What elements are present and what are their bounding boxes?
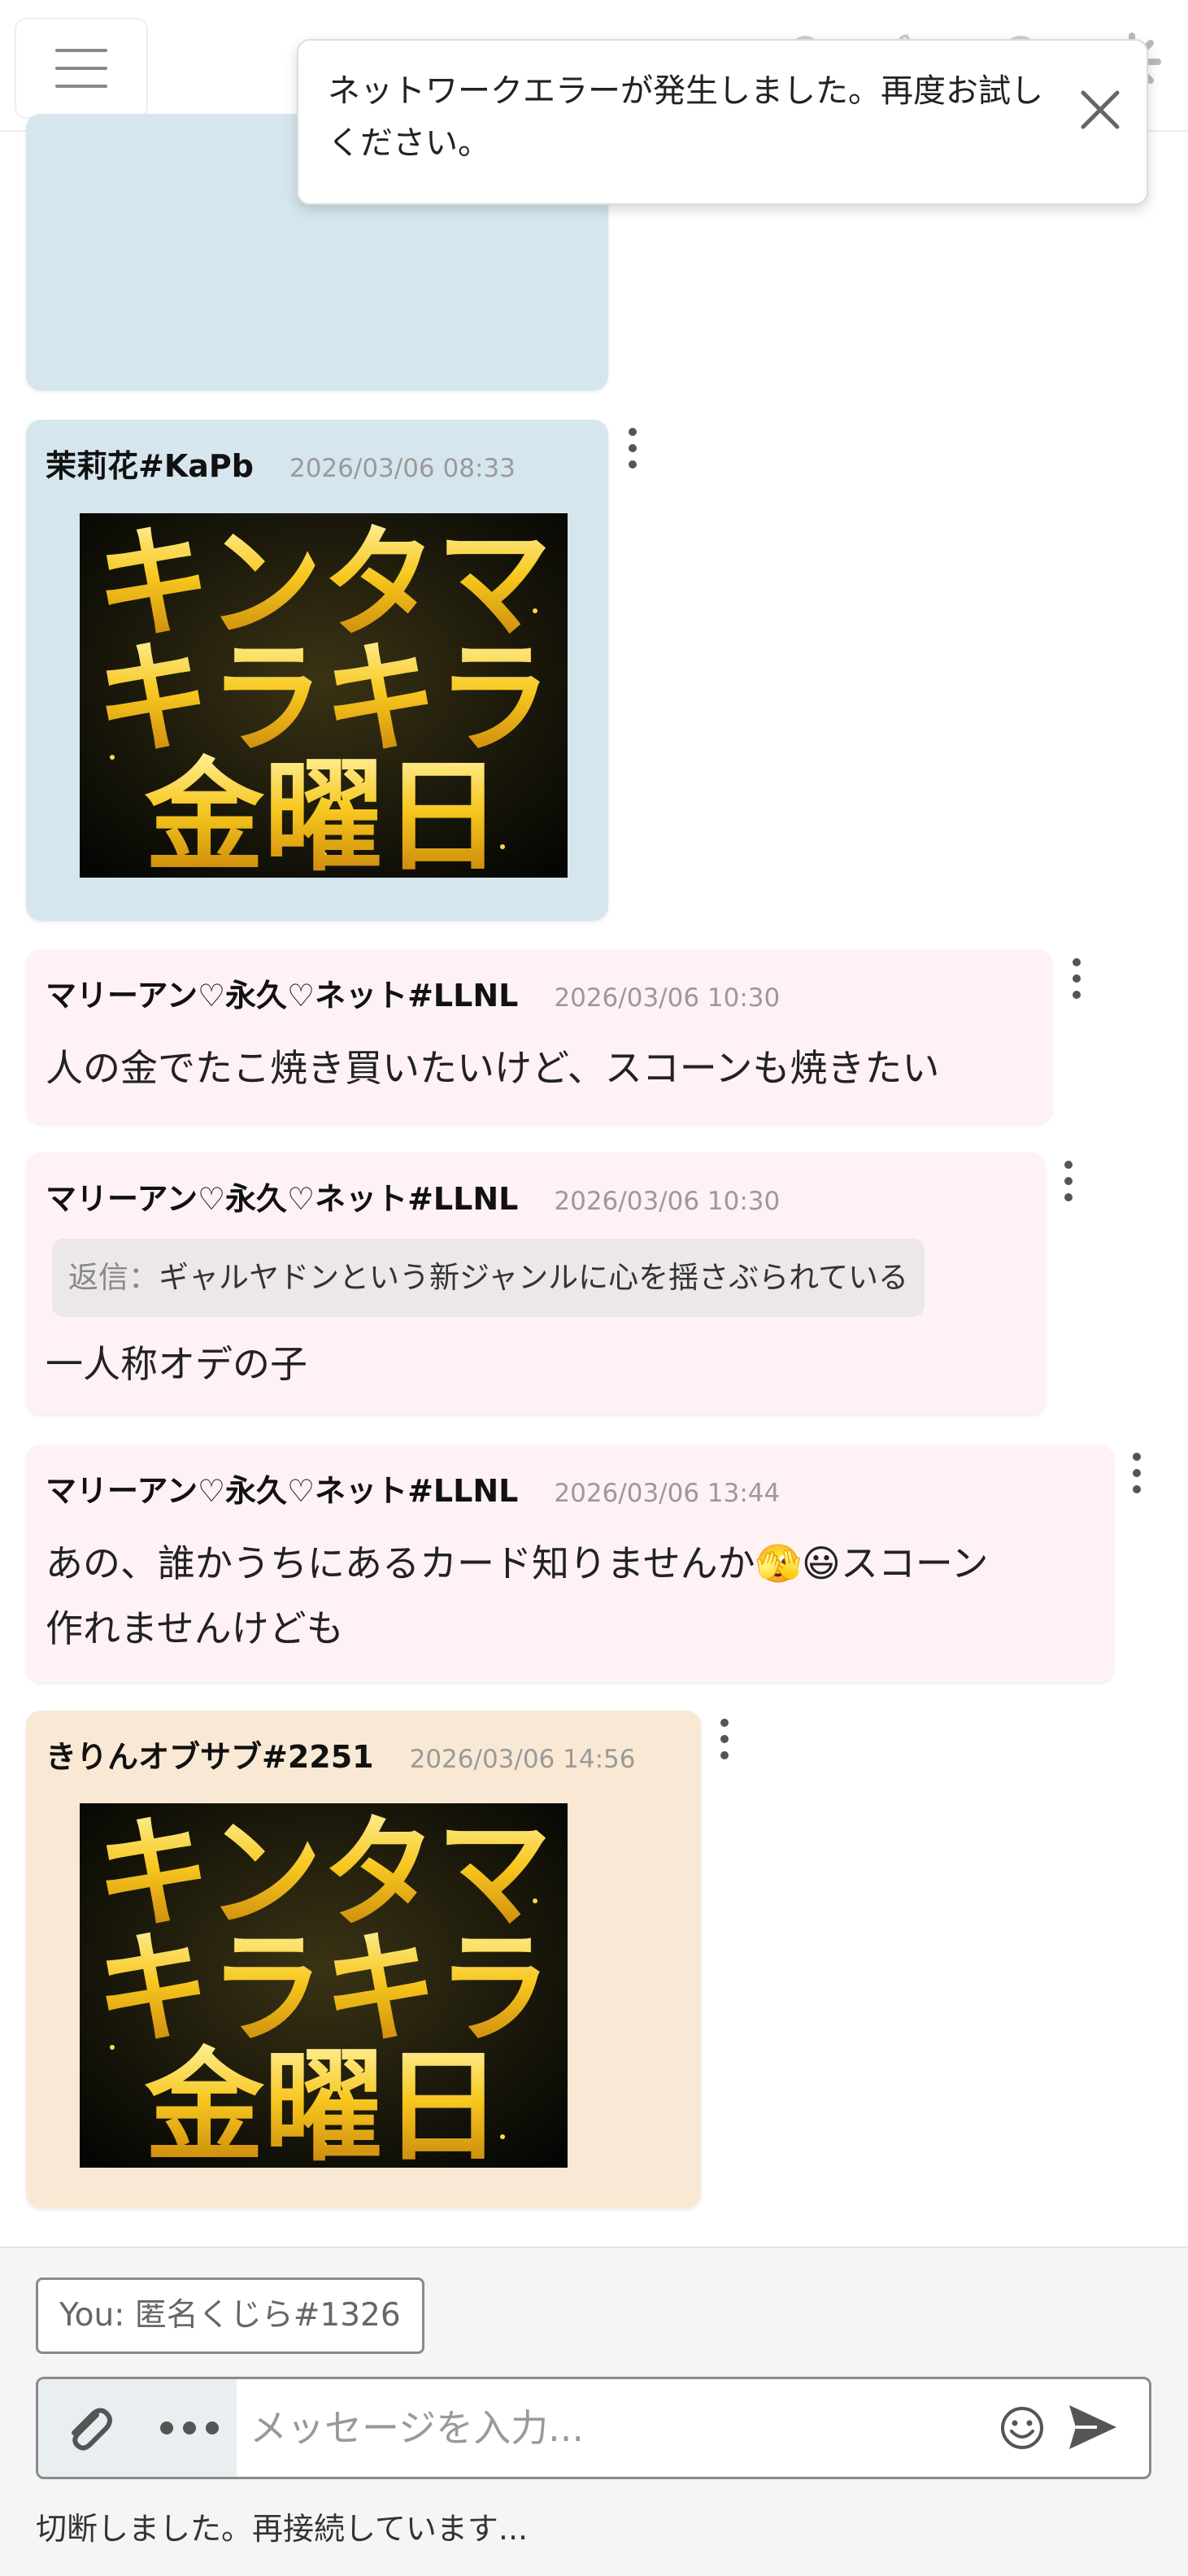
kebab-menu-icon[interactable]	[1129, 1453, 1145, 1495]
message-timestamp: 2026/03/06 13:44	[554, 1479, 781, 1508]
composer-tools	[38, 2379, 237, 2477]
message-meta: 茉莉花#KaPb 2026/03/06 08:33	[46, 441, 516, 486]
message-text-line: あの、誰かうちにあるカード知りませんか🫣😃スコーン	[46, 1541, 989, 1585]
composer-input-row	[36, 2377, 1151, 2479]
paperclip-icon[interactable]	[56, 2397, 118, 2459]
connection-status: 切断しました。再接続しています...	[36, 2511, 529, 2547]
message-text: あの、誰かうちにあるカード知りませんか🫣😃スコーン 作れませんけども	[46, 1531, 989, 1661]
message-meta: きりんオブサブ#2251 2026/03/06 14:56	[46, 1732, 635, 1776]
message-meta: マリーアン♡永久♡ネット#LLNL 2026/03/06 10:30	[46, 970, 780, 1015]
composer-footer: You: 匿名くじら#1326 切断しました。再接続しています...	[0, 2247, 1188, 2576]
emoji-smile-icon[interactable]	[998, 2404, 1047, 2452]
reply-label: 返信：	[68, 1260, 159, 1295]
message-list[interactable]: 茉莉花#KaPb 2026/03/06 08:33 キンタマ キラキラ 金曜日 …	[0, 114, 1188, 2245]
message-timestamp: 2026/03/06 10:30	[554, 1187, 781, 1216]
toast-message: ネットワークエラーが発生しました。再度お試しください。	[328, 72, 1043, 162]
reply-text: ギャルヤドンという新ジャンルに心を揺さぶられている	[159, 1260, 909, 1295]
send-icon[interactable]	[1064, 2400, 1121, 2454]
hamburger-menu-icon[interactable]	[15, 18, 148, 119]
message-bubble: マリーアン♡永久♡ネット#LLNL 2026/03/06 10:30 人の金でた…	[26, 949, 1052, 1123]
message-timestamp: 2026/03/06 14:56	[409, 1745, 636, 1774]
kebab-menu-icon[interactable]	[716, 1719, 733, 1761]
message-bubble: マリーアン♡永久♡ネット#LLNL 2026/03/06 10:30 返信：ギャ…	[26, 1153, 1046, 1414]
more-horizontal-icon[interactable]	[155, 2407, 225, 2449]
reply-quote[interactable]: 返信：ギャルヤドンという新ジャンルに心を揺さぶられている	[52, 1239, 925, 1317]
message-bubble: 茉莉花#KaPb 2026/03/06 08:33 キンタマ キラキラ 金曜日	[26, 420, 608, 921]
message-text: 人の金でたこ焼き買いたいけど、スコーンも焼きたい	[46, 1046, 940, 1090]
message-author[interactable]: 茉莉花#KaPb	[46, 441, 254, 486]
message-input[interactable]	[250, 2379, 1006, 2477]
kebab-menu-icon[interactable]	[1068, 958, 1085, 1000]
message-author[interactable]: マリーアン♡永久♡ネット#LLNL	[46, 970, 518, 1015]
message-author[interactable]: マリーアン♡永久♡ネット#LLNL	[46, 1466, 518, 1510]
message-bubble: マリーアン♡永久♡ネット#LLNL 2026/03/06 13:44 あの、誰か…	[26, 1445, 1114, 1682]
message-bubble: きりんオブサブ#2251 2026/03/06 14:56 キンタマ キラキラ …	[26, 1711, 701, 2208]
close-icon[interactable]	[1072, 81, 1129, 138]
identity-tag[interactable]: You: 匿名くじら#1326	[36, 2277, 424, 2354]
message-meta: マリーアン♡永久♡ネット#LLNL 2026/03/06 13:44	[46, 1466, 780, 1510]
kebab-menu-icon[interactable]	[624, 428, 641, 470]
message-author[interactable]: マリーアン♡永久♡ネット#LLNL	[46, 1174, 518, 1218]
message-meta: マリーアン♡永久♡ネット#LLNL 2026/03/06 10:30	[46, 1174, 780, 1218]
message-timestamp: 2026/03/06 08:33	[289, 454, 516, 483]
kebab-menu-icon[interactable]	[1060, 1161, 1077, 1203]
message-timestamp: 2026/03/06 10:30	[554, 983, 781, 1013]
message-image[interactable]: キンタマ キラキラ 金曜日	[80, 1803, 568, 2168]
image-text-line: 金曜日	[144, 747, 503, 878]
message-image[interactable]: キンタマ キラキラ 金曜日	[80, 513, 568, 878]
message-text-line: 作れませんけども	[46, 1606, 344, 1650]
message-text: 一人称オデの子	[46, 1342, 307, 1386]
image-text-line: 金曜日	[144, 2037, 503, 2168]
error-toast: ネットワークエラーが発生しました。再度お試しください。	[297, 39, 1148, 205]
message-author[interactable]: きりんオブサブ#2251	[46, 1732, 374, 1776]
